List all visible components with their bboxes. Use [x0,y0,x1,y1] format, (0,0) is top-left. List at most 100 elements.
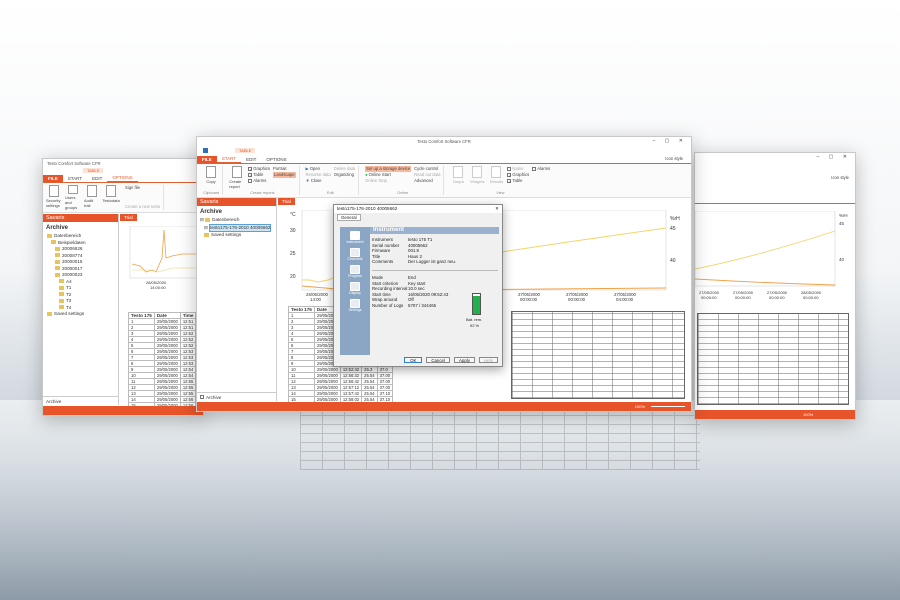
archive-footer-item[interactable]: Archive [197,392,276,401]
table-view-checkbox[interactable]: ✓ Table [507,178,529,184]
category-label: Program [348,274,362,278]
footer-label: Archive [206,395,222,400]
testodata-button[interactable]: Testodata [102,185,120,210]
copy-button[interactable]: Copy [203,166,219,184]
online-col-2: Cycle control Read out data Advanced [414,166,440,184]
left-statusbar [43,406,203,415]
window-controls[interactable]: – ▢ ✕ [817,154,851,160]
category-instrument[interactable]: Instrument [340,231,370,244]
y-tick-label: 20 [290,274,296,280]
graph-button[interactable]: Graph [450,166,466,184]
create-report-button[interactable]: Create report [229,166,245,189]
account-label[interactable]: Icon style [665,156,683,161]
view-group: Graph Widgets Results Name ✓ Graphics ✓ Ta… [447,166,553,195]
checkbox-icon [507,167,512,171]
sidebar-title: Archive [200,209,223,215]
context-tab-table[interactable]: TABLE [83,168,104,173]
tree-label: Beispieldaten [58,239,86,245]
trial-tab[interactable]: Trial [120,214,137,221]
folder-icon [59,285,64,290]
y-unit-label: °C [290,212,296,218]
folder-icon [59,292,64,297]
window-controls[interactable]: – ▢ ✕ [653,138,687,144]
channels-icon [350,248,360,257]
zoom-slider[interactable] [651,406,685,407]
field-label: Comments [372,259,394,265]
close-icon[interactable]: ✕ [495,206,499,212]
edit-col-2: Delete data Organizing [334,166,355,184]
graph-icon [453,166,464,178]
right-app-window: – ▢ ✕ Icon style %rH 45 40 27/05/2000 00… [694,152,856,420]
tree-item-saved-settings[interactable]: Saved settings [200,232,276,239]
close-button[interactable]: ▼ Close [306,178,331,184]
tab-edit[interactable]: EDIT [87,175,107,182]
landscape-option[interactable]: Landscape [273,172,296,178]
alarms-view-checkbox[interactable]: Alarms [532,166,550,172]
right-divider [695,203,855,204]
widgets-button[interactable]: Widgets [469,166,485,184]
results-button[interactable]: Results [488,166,504,184]
folder-icon [55,259,60,264]
left-content: Trial 28/05/2000 14:00:00 Testo 175 Date… [120,214,203,409]
folder-icon [205,217,211,222]
button-label: Security settings [46,198,61,208]
date-cell: 29/05/2000 [313,378,341,385]
apply-button[interactable]: Apply [453,357,475,363]
trial-tab[interactable]: Trial [278,198,295,205]
time-cell: 12:56:32 [339,372,363,379]
account-label[interactable]: Icon style [831,175,849,180]
tree-item-logger[interactable]: ⊟ testo175-176-2010 40005662 [200,223,276,232]
category-channels[interactable]: Channels [340,248,370,261]
folder-icon [204,232,209,237]
archive-footer-item[interactable]: Archive [43,396,118,405]
wrench-icon [350,299,360,308]
close-icon: ▼ [305,178,310,183]
date-cell: 29/05/2000 [153,318,181,325]
advanced-dropdown[interactable]: Advanced [414,178,440,184]
sign-file-item[interactable]: Sign file [125,185,160,191]
category-program[interactable]: Program [340,265,370,278]
save-icon[interactable] [203,148,208,153]
column-header[interactable]: Testo 175 [288,306,315,313]
context-tab-table[interactable]: TABLE [235,148,256,153]
x-time-label: 14:00 [310,297,322,302]
help-button[interactable]: Help [478,357,498,363]
online-stop-button[interactable]: Online Stop [365,178,411,184]
tab-start[interactable]: START [63,175,87,182]
category-settings[interactable]: Settings [340,299,370,312]
column-header[interactable]: Testo 175 [128,312,155,319]
main-table-grid-extension [511,311,685,399]
right-statusbar: 100% [695,410,855,419]
users-groups-button[interactable]: Users and groups [65,185,81,210]
online-row: Set up a storage device ● Online Start On… [365,166,440,184]
tab-general[interactable]: General [337,214,361,221]
tab-start[interactable]: START [216,155,242,163]
archive-icon [200,395,204,399]
tree-item[interactable]: Saved settings [47,311,118,318]
tab-options[interactable]: OPTIONS [261,156,291,163]
archive-tree: ⊟ Datenbereich ⊟ testo175-176-2010 40005… [197,217,276,239]
tab-file[interactable]: FILE [43,175,63,182]
button-label: Results [489,179,504,184]
chart-frame [695,211,836,287]
sidebar-header: Savaris [43,214,118,222]
tab-options[interactable]: OPTIONS [107,174,138,182]
tab-edit[interactable]: EDIT [241,156,261,163]
ok-button[interactable]: OK [404,357,423,363]
audit-trail-button[interactable]: Audit trail [84,185,100,210]
alarms-checkbox[interactable]: Alarms [248,178,270,184]
category-display[interactable]: Display [340,282,370,295]
view-options: Name ✓ Graphics ✓ Table [507,166,529,184]
tree-label: 20000015 [62,259,83,264]
tree-label: Datenbereich [212,217,240,222]
date-cell: 29/05/2000 [313,384,341,391]
field-label: Number of Logs [372,302,404,308]
date-cell: 29/05/2000 [153,324,181,331]
y2-unit-label: %rH [670,216,680,222]
organizing-dropdown[interactable]: Organizing [334,172,355,178]
cancel-button[interactable]: Cancel [426,357,450,363]
security-settings-button[interactable]: Security settings [46,185,62,210]
date-cell: 29/05/2000 [153,360,181,367]
tab-file[interactable]: FILE [197,156,217,163]
create-testo-item[interactable]: Create a new testo [125,204,160,210]
